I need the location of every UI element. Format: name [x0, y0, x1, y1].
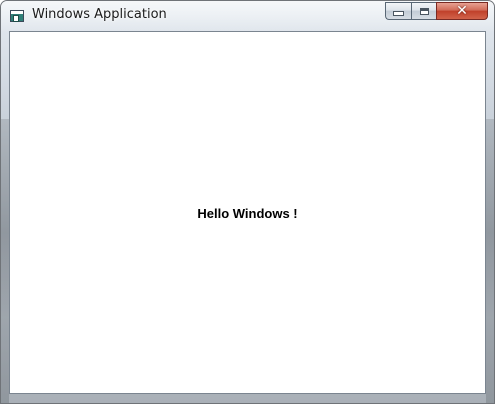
client-area: Hello Windows !: [9, 31, 486, 394]
maximize-button[interactable]: [411, 2, 436, 20]
hello-message: Hello Windows !: [197, 206, 298, 221]
maximize-icon: [419, 7, 429, 15]
close-icon: ✕: [456, 3, 468, 19]
application-icon[interactable]: [10, 10, 24, 22]
minimize-icon: [393, 11, 404, 16]
window-title: Windows Application: [32, 7, 167, 22]
window-right-border[interactable]: [486, 119, 494, 403]
application-window: Windows Application ✕ Hello Windows !: [0, 0, 495, 404]
title-bar[interactable]: Windows Application ✕: [1, 1, 494, 31]
minimize-button[interactable]: [385, 2, 411, 20]
close-button[interactable]: ✕: [436, 2, 488, 20]
caption-buttons: ✕: [385, 2, 488, 21]
window-left-border[interactable]: [1, 119, 9, 403]
